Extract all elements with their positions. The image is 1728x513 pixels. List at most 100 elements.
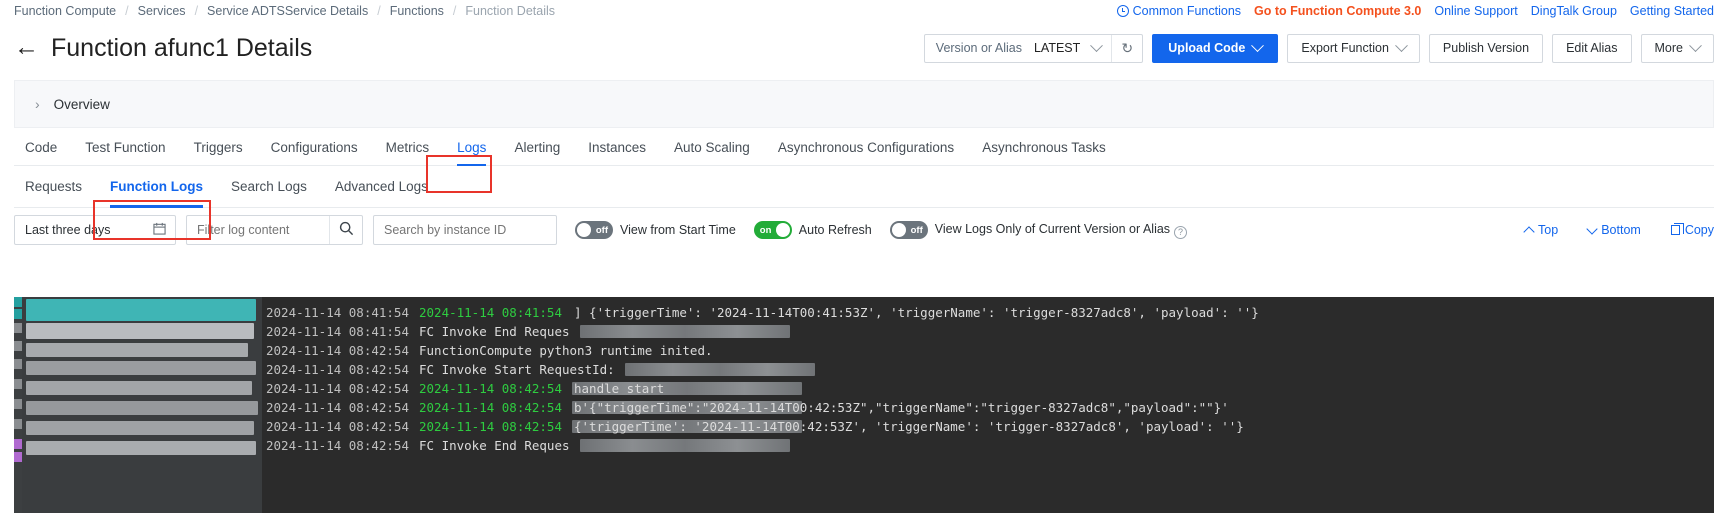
edit-alias-button[interactable]: Edit Alias (1552, 33, 1632, 63)
log-timestamp: 2024-11-14 08:42:54 (266, 381, 409, 396)
breadcrumb-item-2[interactable]: Service ADTSService Details (207, 4, 368, 18)
gutter-mark (14, 439, 22, 449)
log-console[interactable]: 2024-11-14 08:41:54 2024-11-14 08:41:54 … (14, 297, 1714, 513)
log-payload-line: handle start (574, 379, 664, 398)
log-message-green: 2024-11-14 08:42:54 (419, 419, 562, 434)
subtab-requests[interactable]: Requests (14, 166, 96, 207)
getting-started-link[interactable]: Getting Started (1630, 4, 1714, 18)
more-button[interactable]: More (1640, 33, 1714, 63)
gutter-mark (14, 399, 22, 409)
upload-code-button[interactable]: Upload Code (1152, 33, 1279, 63)
publish-version-label: Publish Version (1442, 41, 1530, 55)
subtab-advanced-logs[interactable]: Advanced Logs (321, 166, 442, 207)
current-version-only-label: View Logs Only of Current Version or Ali… (935, 222, 1188, 239)
view-from-start-time-toggle[interactable]: off (575, 221, 613, 239)
toggle-knob (577, 223, 591, 237)
date-range-picker[interactable]: Last three days (14, 215, 176, 245)
export-function-button[interactable]: Export Function (1287, 33, 1420, 63)
log-timestamp: 2024-11-14 08:42:54 (266, 419, 409, 434)
toggle-knob (775, 223, 790, 237)
back-arrow-icon[interactable]: ← (14, 34, 39, 60)
log-filter-toolbar: Last three days off View from Start Time (14, 208, 1714, 252)
version-label: Version or Alias (935, 41, 1022, 55)
dingtalk-group-link[interactable]: DingTalk Group (1531, 4, 1617, 18)
scroll-to-top-button[interactable]: Top (1523, 223, 1558, 238)
log-timestamp: 2024-11-14 08:41:54 (266, 324, 409, 339)
log-payload-line: {'triggerTime': '2024-11-14T00:42:53Z', … (574, 417, 1244, 436)
redacted-line (26, 381, 252, 395)
log-payload-text: handle start (574, 381, 665, 396)
breadcrumb-item-1[interactable]: Services (138, 4, 186, 18)
copy-label: Copy (1684, 223, 1714, 237)
gutter-mark (14, 323, 22, 333)
log-payload-text: b'{"triggerTime":"2024-11-14T00:42:53Z",… (574, 400, 1229, 415)
log-timestamp: 2024-11-14 08:42:54 (266, 343, 409, 358)
filter-log-input[interactable] (187, 223, 329, 237)
tab-logs[interactable]: Logs (443, 140, 500, 166)
log-payload-text: {'triggerTime': '2024-11-14T00:42:53Z', … (574, 419, 1244, 434)
tab-instances[interactable]: Instances (574, 140, 660, 165)
search-button[interactable] (329, 216, 362, 244)
go-to-fc3-link[interactable]: Go to Function Compute 3.0 (1254, 4, 1421, 18)
redacted-line (26, 421, 254, 435)
redacted-line (26, 361, 256, 375)
top-links: Common Functions Go to Function Compute … (1116, 4, 1714, 18)
instance-id-input[interactable] (374, 223, 544, 237)
tab-configurations[interactable]: Configurations (257, 140, 372, 165)
common-functions-label: Common Functions (1132, 4, 1242, 18)
search-icon (339, 221, 354, 239)
filter-log-content-field[interactable] (186, 215, 363, 245)
log-message-green: 2024-11-14 08:41:54 (419, 305, 562, 320)
toggle-state-label: on (759, 224, 772, 236)
common-functions-link[interactable]: Common Functions (1116, 4, 1242, 18)
redacted-text (579, 439, 790, 452)
tab-triggers[interactable]: Triggers (180, 140, 257, 165)
log-line: 2024-11-14 08:42:54 2024-11-14 08:42:54 (266, 379, 1714, 398)
log-timestamp: 2024-11-14 08:41:54 (266, 305, 409, 320)
toggle-state-label: off (595, 224, 608, 236)
top-bar: Function Compute / Services / Service AD… (0, 0, 1728, 22)
subtab-search-logs[interactable]: Search Logs (217, 166, 321, 207)
page-title: Function afunc1 Details (51, 33, 313, 62)
page-header: ← Function afunc1 Details Version or Ali… (0, 22, 1728, 74)
bottom-label: Bottom (1601, 223, 1641, 237)
log-message: FC Invoke End Reques (419, 324, 570, 339)
version-select[interactable]: Version or Alias LATEST (925, 35, 1111, 62)
copy-logs-button[interactable]: Copy (1670, 223, 1714, 237)
publish-version-button[interactable]: Publish Version (1428, 33, 1544, 63)
log-message: FunctionCompute python3 runtime inited. (419, 343, 713, 358)
scroll-to-bottom-button[interactable]: Bottom (1586, 222, 1641, 237)
current-version-only-toggle[interactable]: off (889, 221, 928, 239)
refresh-icon: ↻ (1121, 39, 1134, 56)
overview-label: Overview (53, 96, 110, 112)
log-line: 2024-11-14 08:42:54 FC Invoke End Reques (266, 436, 1714, 455)
online-support-link[interactable]: Online Support (1434, 4, 1517, 18)
redacted-line (26, 299, 256, 321)
tab-asynchronous-configurations[interactable]: Asynchronous Configurations (764, 140, 968, 165)
tab-asynchronous-tasks[interactable]: Asynchronous Tasks (968, 140, 1120, 165)
tab-metrics[interactable]: Metrics (372, 140, 444, 165)
tab-auto-scaling[interactable]: Auto Scaling (660, 140, 764, 165)
main-tabs: Code Test Function Triggers Configuratio… (14, 128, 1714, 166)
copy-icon (1670, 223, 1684, 235)
breadcrumb-separator: / (452, 4, 457, 18)
instance-id-field[interactable] (373, 215, 557, 245)
version-or-alias-selector[interactable]: Version or Alias LATEST ↻ (923, 33, 1144, 63)
help-icon[interactable]: ? (1174, 225, 1188, 239)
overview-panel[interactable]: › Overview (14, 80, 1714, 128)
breadcrumb-item-0[interactable]: Function Compute (14, 4, 116, 18)
tab-test-function[interactable]: Test Function (71, 140, 179, 165)
refresh-button[interactable]: ↻ (1111, 34, 1142, 62)
tab-alerting[interactable]: Alerting (500, 140, 574, 165)
tab-code[interactable]: Code (14, 140, 71, 165)
log-payload-line: b'{"triggerTime":"2024-11-14T00:42:53Z",… (574, 398, 1229, 417)
breadcrumb-item-3[interactable]: Functions (390, 4, 444, 18)
caret-down-icon (1586, 222, 1598, 235)
breadcrumb-separator: / (194, 4, 199, 18)
subtab-function-logs[interactable]: Function Logs (96, 166, 217, 208)
auto-refresh-toggle[interactable]: on (753, 221, 792, 239)
redacted-line (26, 343, 248, 357)
breadcrumb-item-4: Function Details (465, 4, 556, 18)
redacted-text (579, 325, 790, 338)
breadcrumb: Function Compute / Services / Service AD… (14, 4, 555, 18)
